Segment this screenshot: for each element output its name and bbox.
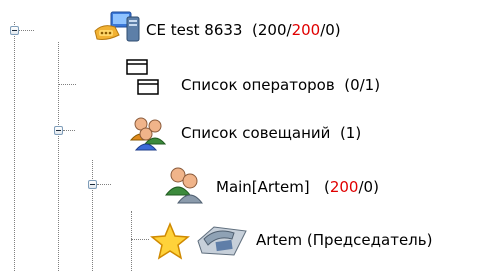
conference-server-icon[interactable] [93,11,141,49]
meeting-name: Main[Artem] [216,178,310,196]
operators-name: Список операторов [181,76,335,94]
root-collapse-toggle[interactable] [10,26,19,35]
operators-node-label[interactable]: Список операторов (0/1) [181,76,380,94]
phone-icon[interactable] [194,221,250,265]
root-count-rest: /0) [320,21,341,39]
tree-branch-root [18,30,34,31]
operators-count: (0/1) [344,76,381,94]
root-name: CE test 8633 [146,21,243,39]
meetings-node-label[interactable]: Список совещаний (1) [181,124,361,142]
tree-branch-operators [58,84,76,85]
root-count-a: 200/ [257,21,292,39]
meetings-name: Список совещаний [181,124,331,142]
tree-line-level2 [92,160,93,271]
operator-windows-icon[interactable] [125,58,165,102]
participant-name: Artem (Председатель) [256,231,433,249]
meeting-collapse-toggle[interactable] [88,180,97,189]
root-count-highlight: 200 [291,21,321,39]
tree-line-root [14,22,15,271]
users-group-icon[interactable] [121,116,179,156]
star-icon[interactable] [150,222,190,264]
tree-line-level1 [58,42,59,271]
tree-branch-meetings [63,130,75,131]
meeting-node-label[interactable]: Main[Artem] (200/0) [216,178,379,196]
participant-node-label[interactable]: Artem (Председатель) [256,231,432,249]
meeting-count-rest: /0) [358,178,379,196]
tree-branch-meeting [97,184,111,185]
root-node-label[interactable]: CE test 8633 (200/200/0) [146,21,341,39]
meetings-count: (1) [339,124,362,142]
two-users-icon[interactable] [158,165,210,209]
meetings-collapse-toggle[interactable] [54,126,63,135]
meeting-count-highlight: 200 [329,178,359,196]
tree-branch-participant [131,239,149,240]
tree-line-level3 [131,211,132,271]
